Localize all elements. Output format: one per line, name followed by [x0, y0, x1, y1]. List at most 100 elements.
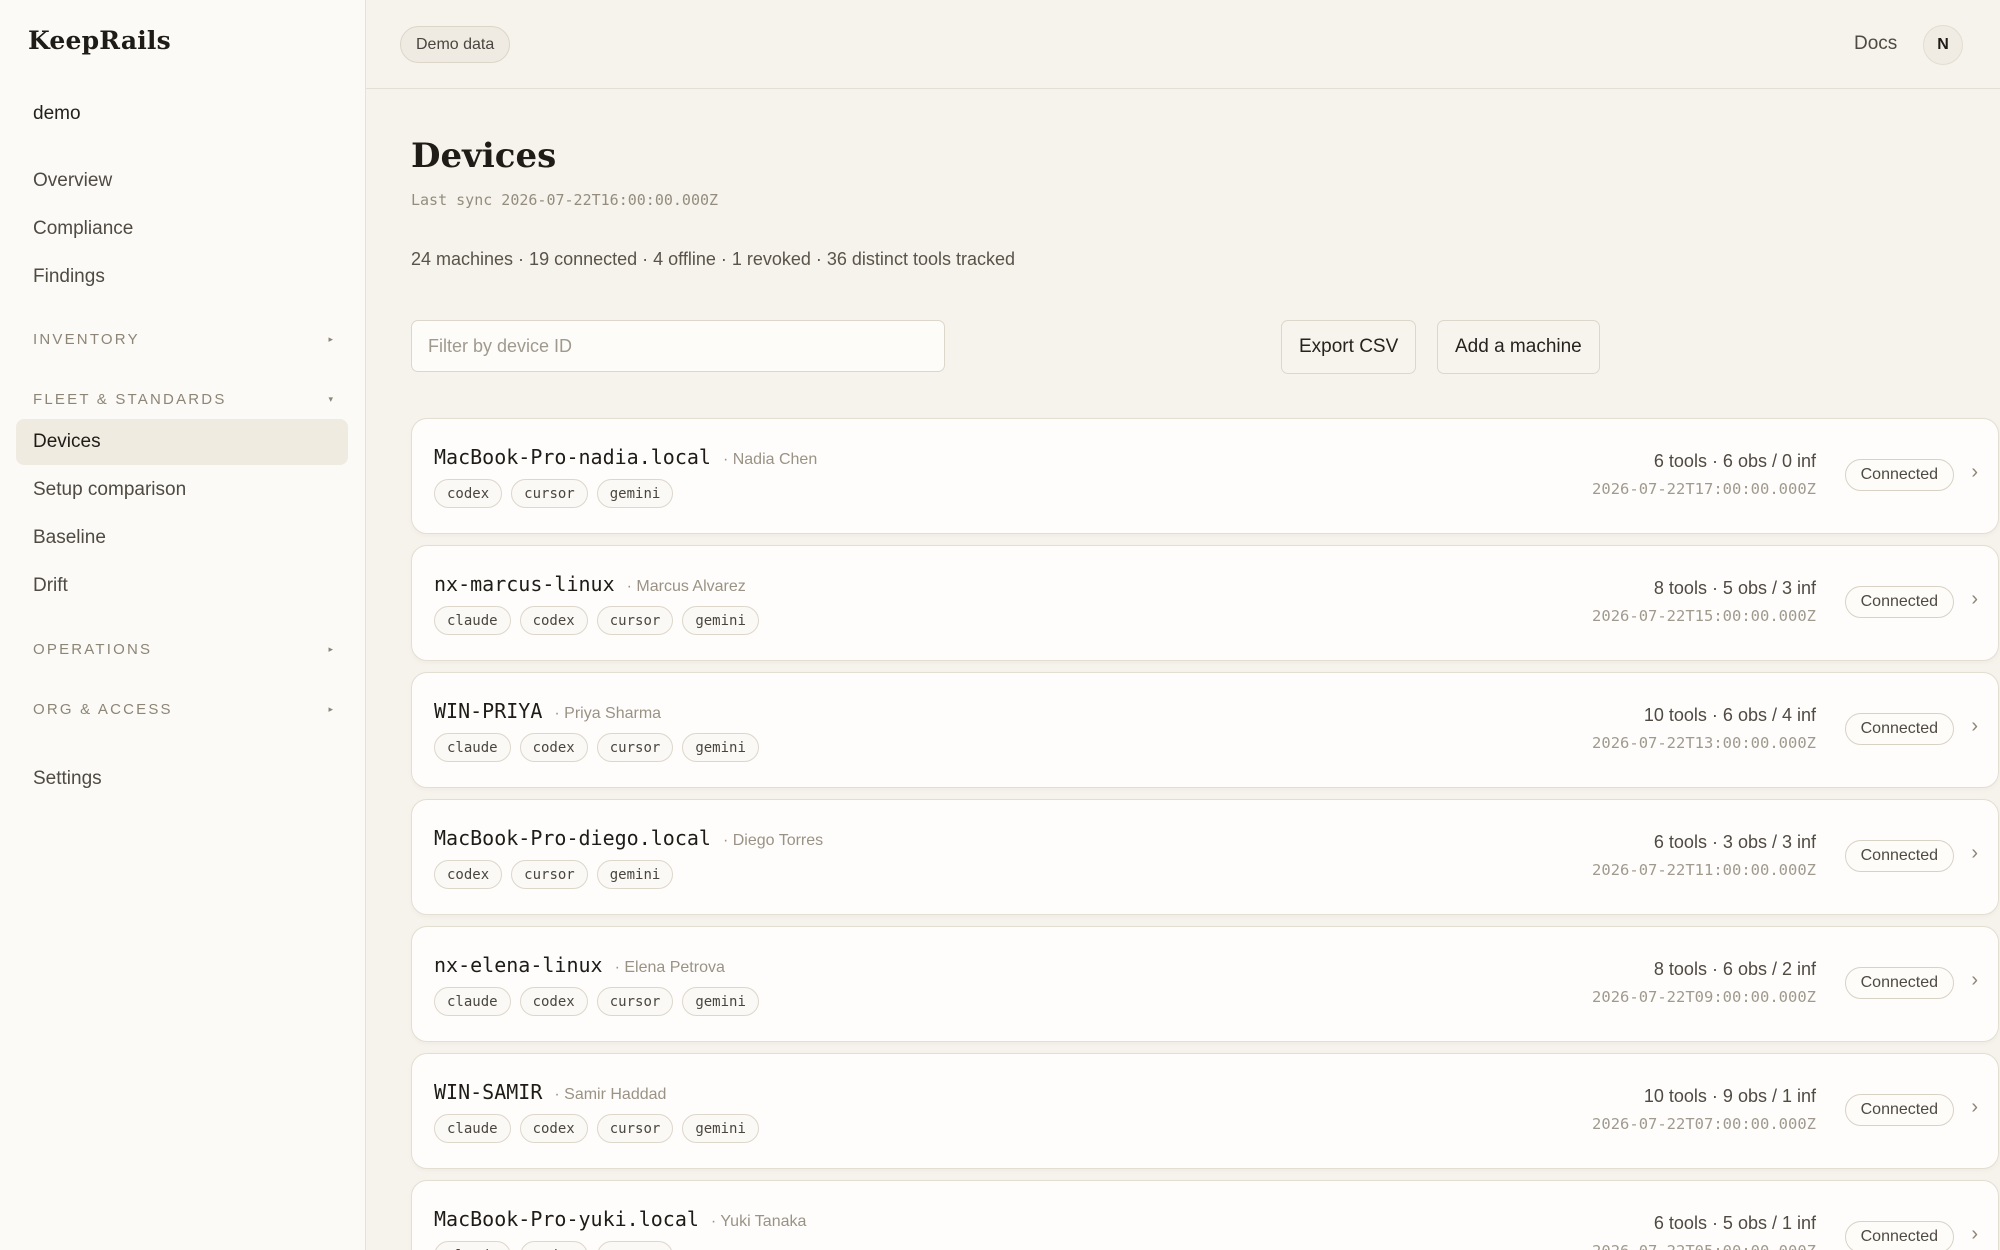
sidebar-item-settings[interactable]: Settings: [16, 756, 348, 802]
section-org-access[interactable]: ORG & ACCESS ▸: [33, 697, 333, 721]
chevron-right-icon: ›: [1971, 1096, 1978, 1118]
device-owner: · Samir Haddad: [554, 1086, 667, 1103]
section-inventory[interactable]: INVENTORY ▸: [33, 327, 333, 351]
device-header: MacBook-Pro-nadia.local · Nadia Chen: [434, 445, 817, 469]
sidebar-item-label: Settings: [33, 768, 102, 789]
main-content: Demo data Docs N Devices Last sync 2026-…: [366, 0, 2000, 1250]
device-stats: 6 tools · 6 obs / 0 inf: [1653, 451, 1816, 471]
device-stats: 6 tools · 3 obs / 3 inf: [1653, 832, 1816, 852]
section-operations[interactable]: OPERATIONS ▸: [33, 637, 333, 661]
tool-chip: gemini: [596, 479, 674, 508]
device-card[interactable]: MacBook-Pro-diego.local · Diego Torres c…: [411, 799, 1999, 915]
brand-logo[interactable]: KeepRails: [28, 26, 171, 55]
tool-chips: claude codex cursor: [434, 1241, 674, 1250]
tool-chip: cursor: [596, 1241, 674, 1250]
status-badge: Connected: [1844, 713, 1954, 745]
tool-chip: gemini: [682, 1114, 759, 1143]
docs-link[interactable]: Docs: [1854, 33, 1897, 55]
section-fleet-standards[interactable]: FLEET & STANDARDS ▾: [33, 387, 333, 411]
caret-right-icon: ▸: [328, 333, 333, 344]
caret-right-icon: ▸: [328, 703, 333, 714]
tool-chip: claude: [434, 987, 511, 1016]
tool-chip: claude: [434, 1241, 511, 1250]
status-badge: Connected: [1844, 1221, 1954, 1250]
fleet-summary: 24 machines · 19 connected · 4 offline ·…: [411, 249, 1015, 269]
status-badge: Connected: [1844, 459, 1954, 491]
device-header: nx-marcus-linux · Marcus Alvarez: [434, 572, 746, 596]
device-card[interactable]: WIN-SAMIR · Samir Haddad claude codex curs…: [411, 1053, 1999, 1169]
device-owner: · Yuki Tanaka: [710, 1213, 807, 1230]
export-csv-button[interactable]: Export CSV: [1281, 320, 1417, 374]
chevron-right-icon: ›: [1971, 842, 1978, 864]
add-machine-button[interactable]: Add a machine: [1437, 320, 1600, 374]
tool-chip: gemini: [682, 987, 759, 1016]
device-last-seen: 2026-07-22T07:00:00.000Z: [1592, 1115, 1816, 1133]
demo-data-badge: Demo data: [400, 26, 511, 63]
device-last-seen: 2026-07-22T17:00:00.000Z: [1592, 480, 1816, 498]
device-header: MacBook-Pro-diego.local · Diego Torres: [434, 826, 823, 850]
tool-chip: cursor: [596, 1114, 674, 1143]
caret-right-icon: ▸: [328, 643, 333, 654]
sidebar-item-overview[interactable]: Overview: [16, 158, 348, 204]
sidebar-item-findings[interactable]: Findings: [16, 254, 348, 300]
device-id: WIN-SAMIR: [434, 1080, 543, 1104]
tool-chip: codex: [434, 479, 503, 508]
device-id: nx-elena-linux: [434, 953, 603, 977]
device-stats: 8 tools · 5 obs / 3 inf: [1653, 578, 1816, 598]
device-id: nx-marcus-linux: [434, 572, 615, 596]
device-card[interactable]: MacBook-Pro-yuki.local · Yuki Tanaka cla…: [411, 1180, 1999, 1250]
sidebar-item-drift[interactable]: Drift: [16, 563, 348, 609]
device-owner: · Priya Sharma: [554, 705, 662, 722]
section-label: FLEET & STANDARDS: [33, 390, 227, 408]
device-stats: 8 tools · 6 obs / 2 inf: [1653, 959, 1816, 979]
sidebar-item-baseline[interactable]: Baseline: [16, 515, 348, 561]
chevron-right-icon: ›: [1971, 969, 1978, 991]
section-label: OPERATIONS: [33, 640, 153, 658]
device-card[interactable]: nx-marcus-linux · Marcus Alvarez claude c…: [411, 545, 1999, 661]
device-header: WIN-PRIYA · Priya Sharma: [434, 699, 661, 723]
tool-chips: claude codex cursor gemini: [434, 733, 759, 762]
chevron-right-icon: ›: [1971, 461, 1978, 483]
sidebar-item-devices[interactable]: Devices: [16, 419, 348, 465]
chevron-right-icon: ›: [1971, 1223, 1978, 1245]
page-title: Devices: [411, 136, 557, 176]
device-card[interactable]: nx-elena-linux · Elena Petrova claude cod…: [411, 926, 1999, 1042]
caret-down-icon: ▾: [328, 393, 333, 404]
device-last-seen: 2026-07-22T11:00:00.000Z: [1592, 861, 1816, 879]
sidebar: KeepRails demo Overview Compliance Findi…: [0, 0, 366, 1250]
avatar[interactable]: N: [1923, 25, 1963, 65]
device-owner: · Marcus Alvarez: [626, 578, 746, 595]
sidebar-item-compliance[interactable]: Compliance: [16, 206, 348, 252]
sidebar-item-label: Drift: [33, 575, 68, 596]
tool-chip: cursor: [511, 479, 588, 508]
device-last-seen: 2026-07-22T09:00:00.000Z: [1592, 988, 1816, 1006]
device-card[interactable]: WIN-PRIYA · Priya Sharma claude codex curs…: [411, 672, 1999, 788]
tool-chips: codex cursor gemini: [434, 479, 674, 508]
sidebar-item-label: Setup comparison: [33, 479, 187, 500]
device-owner: · Nadia Chen: [722, 451, 818, 468]
device-card[interactable]: MacBook-Pro-nadia.local · Nadia Chen cod…: [411, 418, 1999, 534]
tool-chip: claude: [434, 606, 511, 635]
device-header: WIN-SAMIR · Samir Haddad: [434, 1080, 666, 1104]
tool-chip: codex: [519, 733, 588, 762]
device-stats: 10 tools · 6 obs / 4 inf: [1643, 705, 1816, 725]
tool-chips: claude codex cursor gemini: [434, 987, 759, 1016]
tool-chip: claude: [434, 1114, 511, 1143]
tool-chip: cursor: [596, 606, 674, 635]
device-filter-input[interactable]: [411, 320, 945, 372]
chevron-right-icon: ›: [1971, 588, 1978, 610]
device-stats: 6 tools · 5 obs / 1 inf: [1653, 1213, 1816, 1233]
device-last-seen: 2026-07-22T13:00:00.000Z: [1592, 734, 1816, 752]
topbar: Demo data Docs N: [366, 0, 2000, 89]
device-id: MacBook-Pro-diego.local: [434, 826, 711, 850]
status-badge: Connected: [1844, 586, 1954, 618]
section-label: INVENTORY: [33, 330, 140, 348]
sidebar-item-setup-comparison[interactable]: Setup comparison: [16, 467, 348, 513]
sidebar-item-label: Overview: [33, 170, 113, 191]
device-last-seen: 2026-07-22T15:00:00.000Z: [1592, 607, 1816, 625]
device-list: MacBook-Pro-nadia.local · Nadia Chen cod…: [411, 418, 1999, 1250]
sidebar-item-label: Baseline: [33, 527, 106, 548]
tool-chip: gemini: [682, 606, 759, 635]
tool-chip: cursor: [511, 860, 588, 889]
org-name[interactable]: demo: [33, 103, 81, 125]
